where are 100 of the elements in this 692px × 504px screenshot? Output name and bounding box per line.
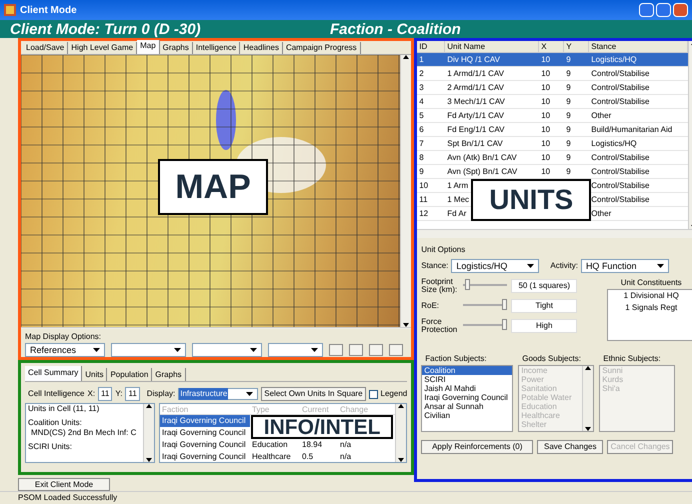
tab[interactable]: Graphs <box>152 368 186 381</box>
table-row-cell[interactable]: Iraqi Governing Council <box>160 451 250 462</box>
slider-thumb[interactable] <box>502 318 508 330</box>
list-item[interactable]: Jaish Al Mahdi <box>422 384 512 393</box>
slider-track[interactable] <box>463 298 508 312</box>
column-header[interactable]: X <box>539 42 547 50</box>
dropdown-arrow-icon <box>311 348 318 352</box>
tab[interactable]: Units <box>82 368 108 381</box>
slider-label: Force Protection <box>421 318 458 334</box>
action-button[interactable]: Apply Reinforcements (0) <box>421 440 534 454</box>
display-dropdown[interactable] <box>192 343 262 357</box>
table-cell-text: 10 <box>540 152 550 162</box>
unit-row[interactable]: 4 3 Mech/1/1 CAV 10 9 Control/Stabilise <box>417 95 688 109</box>
annotation-label: MAP <box>158 159 268 215</box>
tab[interactable]: Map <box>137 40 160 54</box>
tab[interactable]: Population <box>107 368 152 381</box>
list-item: 1 Divisional HQ <box>624 290 679 302</box>
horizontal-scrollbar[interactable] <box>417 229 692 238</box>
subjects-title: Ethnic Subjects: <box>603 353 662 365</box>
column-header[interactable]: Y <box>564 42 572 50</box>
table-cell-text: Control/Stabilise <box>590 152 650 162</box>
tab[interactable]: Headlines <box>240 42 283 54</box>
dropdown-arrow-icon <box>250 348 257 352</box>
table-cell-text: 9 <box>565 110 571 120</box>
unit-row[interactable]: 8 Avn (Atk) Bn/1 CAV 10 9 Control/Stabilise <box>417 151 688 165</box>
table-cell-text: Avn (Spt) Bn/1 CAV <box>446 166 518 176</box>
list-item[interactable]: Iraqi Governing Council <box>422 393 512 402</box>
stance-dropdown[interactable]: Logistics/HQ <box>451 259 540 273</box>
unit-row[interactable]: 1 Div HQ /1 CAV 10 9 Logistics/HQ <box>417 53 688 67</box>
maximize-button[interactable] <box>656 3 671 17</box>
cell-summary-text: Coalition Units: <box>28 418 83 428</box>
table-cell-text: 10 <box>418 180 428 190</box>
column-header[interactable]: Stance <box>589 42 616 50</box>
legend-checkbox[interactable] <box>368 390 378 398</box>
unit-row[interactable]: 7 Spt Bn/1/1 CAV 10 9 Logistics/HQ <box>417 137 688 151</box>
tab[interactable]: Load/Save <box>23 42 68 54</box>
slider-track[interactable] <box>463 318 508 332</box>
unit-row[interactable]: 3 2 Armd/1/1 CAV 10 9 Control/Stabilise <box>417 81 688 95</box>
unit-row[interactable]: 2 1 Armd/1/1 CAV 10 9 Control/Stabilise <box>417 67 688 81</box>
table-cell-text: 10 <box>540 138 550 148</box>
activity-dropdown[interactable]: HQ Function <box>580 259 669 273</box>
minimize-button[interactable] <box>639 3 654 17</box>
list-item[interactable]: Ansar al Sunnah <box>422 402 512 411</box>
tab[interactable]: Campaign Progress <box>282 42 361 54</box>
dropdown-arrow-icon <box>656 264 664 268</box>
unit-row[interactable]: 6 Fd Eng/1/1 CAV 10 9 Build/Humanitarian Aid <box>417 123 688 137</box>
tab[interactable]: Graphs <box>160 42 193 54</box>
display-dropdown[interactable] <box>268 343 323 357</box>
unit-row[interactable]: 5 Fd Arty/1/1 CAV 10 9 Other <box>417 109 688 123</box>
table-cell-text: Other <box>590 208 612 218</box>
table-cell-text: n/a <box>339 440 352 449</box>
table-cell-text: Control/Stabilise <box>590 96 650 106</box>
x-field[interactable]: 11 <box>98 387 112 401</box>
slider-thumb[interactable] <box>465 278 470 290</box>
table-cell-text: 0.5 <box>301 452 314 461</box>
table-row-cell[interactable]: Iraqi Governing Council <box>160 439 250 451</box>
action-button[interactable]: Save Changes <box>537 440 604 454</box>
y-field[interactable]: 11 <box>125 387 140 401</box>
slider-label: RoE: <box>421 302 440 310</box>
horizontal-scrollbar[interactable] <box>21 327 412 329</box>
table-cell-text: 9 <box>565 124 571 134</box>
toolbar-button[interactable] <box>389 344 403 356</box>
tab[interactable]: Cell Summary <box>25 366 82 381</box>
scrollbar[interactable] <box>400 55 412 327</box>
annotation-label: INFO/INTEL <box>251 415 394 439</box>
slider-thumb[interactable] <box>502 298 508 310</box>
select-units-button[interactable]: Select Own Units In Square <box>261 387 366 401</box>
table-cell-text: Avn (Atk) Bn/1 CAV <box>446 152 517 162</box>
scroll-down-icon <box>585 427 592 431</box>
tab[interactable]: Intelligence <box>192 42 240 54</box>
dropdown-arrow-icon <box>527 264 534 268</box>
table-row-cell[interactable]: Iraqi Governing Council <box>160 415 250 427</box>
table-row-cell[interactable]: Iraqi Governing Council <box>160 427 250 439</box>
table-cell-text: Spt Bn/1/1 CAV <box>446 138 503 148</box>
toolbar-button[interactable] <box>349 344 363 356</box>
column-header[interactable]: ID <box>417 42 428 50</box>
scrollbar[interactable] <box>143 404 154 462</box>
table-cell-text: 3 <box>418 82 424 92</box>
display-dropdown[interactable]: Infrastructure <box>178 388 258 400</box>
scrollbar[interactable] <box>395 404 406 462</box>
display-dropdown[interactable] <box>111 343 186 357</box>
toolbar-button[interactable] <box>329 344 343 356</box>
app-icon <box>4 4 16 16</box>
faction-title: Faction - Coalition <box>330 22 461 36</box>
table-cell-text: 9 <box>565 138 571 148</box>
toolbar-button[interactable] <box>369 344 383 356</box>
table-cell-text: 10 <box>540 166 550 176</box>
table-cell-text: Control/Stabilise <box>590 166 650 176</box>
slider-track[interactable] <box>463 278 508 292</box>
exit-button[interactable]: Exit Client Mode <box>18 478 110 491</box>
list-item[interactable]: Coalition <box>422 366 512 375</box>
subjects-list[interactable]: Coalition SCIRI Jaish Al Mahdi Iraqi Governing Council Ansar al Sunnah Civilian <box>421 365 514 432</box>
list-item[interactable]: SCIRI <box>422 375 512 384</box>
display-dropdown[interactable]: References <box>25 343 105 357</box>
cell-summary-text: SCIRI Units: <box>28 442 74 452</box>
column-header[interactable]: Unit Name <box>445 42 486 50</box>
list-item[interactable]: Civilian <box>422 411 512 420</box>
close-button[interactable] <box>673 3 688 17</box>
table-cell-text: 10 <box>540 68 550 78</box>
table-cell-text: Fd Arty/1/1 CAV <box>446 110 504 120</box>
